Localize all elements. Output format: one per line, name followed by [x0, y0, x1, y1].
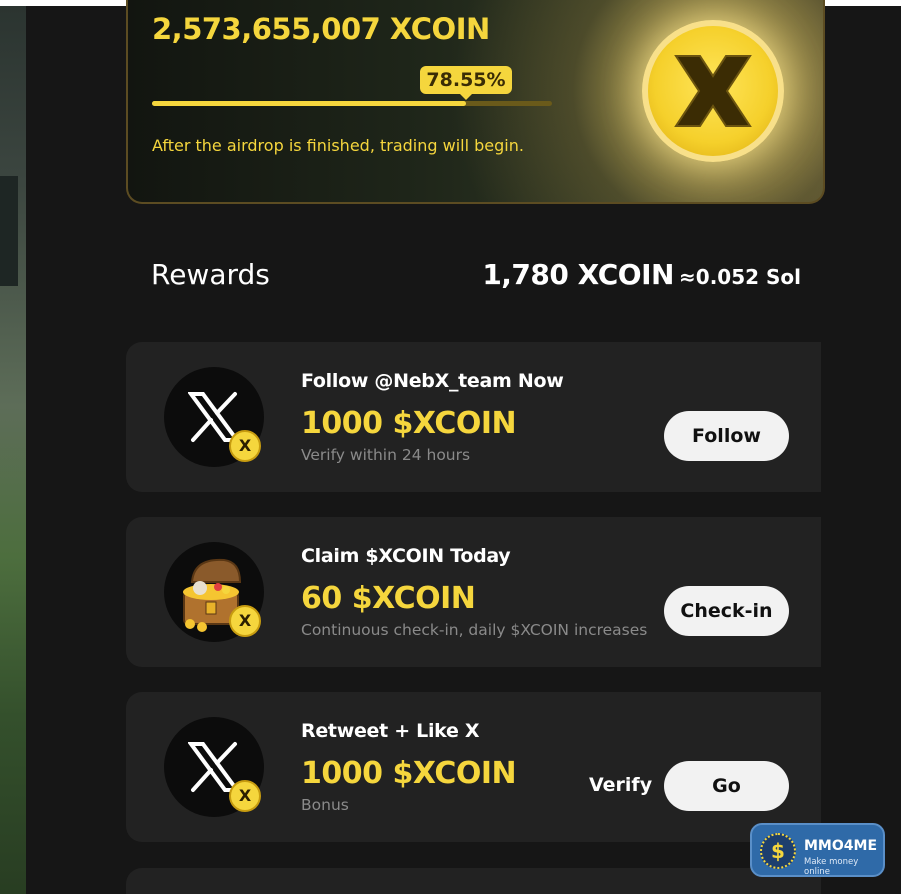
- task-reward: 1000 $XCOIN: [301, 756, 517, 791]
- balance-sol-equivalent: ≈0.052 Sol: [679, 265, 801, 289]
- watermark-name: MMO4ME: [804, 838, 878, 854]
- dollar-logo-icon: $: [760, 833, 796, 869]
- verify-button[interactable]: Verify: [589, 774, 652, 796]
- game-background-left: [0, 6, 26, 894]
- task-subtitle: Bonus: [301, 796, 349, 814]
- task-card-retweet: X Retweet + Like X 1000 $XCOIN Bonus Ver…: [126, 692, 821, 842]
- xcoin-badge-icon: X: [229, 605, 261, 637]
- rewards-heading: Rewards: [151, 258, 270, 291]
- check-in-button[interactable]: Check-in: [664, 586, 789, 636]
- mmo4me-watermark: $ MMO4ME Make money online: [750, 823, 885, 877]
- airdrop-total-amount: 2,573,655,007 XCOIN: [152, 12, 490, 46]
- task-card-checkin: X Claim $XCOIN Today 60 $XCOIN Continuou…: [126, 517, 821, 667]
- airdrop-note: After the airdrop is finished, trading w…: [152, 136, 524, 155]
- rewards-balance: 1,780 XCOIN ≈0.052 Sol: [482, 258, 801, 291]
- progress-percentage-badge: 78.55%: [420, 66, 512, 100]
- airdrop-progress-fill: [152, 101, 467, 106]
- x-logo-icon: X: [164, 717, 264, 817]
- go-button[interactable]: Go: [664, 761, 789, 811]
- task-title: Claim $XCOIN Today: [301, 545, 511, 567]
- task-reward: 60 $XCOIN: [301, 581, 476, 616]
- balance-amount: 1,780 XCOIN: [482, 258, 674, 291]
- task-reward: 1000 $XCOIN: [301, 406, 517, 441]
- task-card-partial: [126, 868, 821, 894]
- task-subtitle: Continuous check-in, daily $XCOIN increa…: [301, 621, 648, 639]
- xcoin-badge-icon: X: [229, 780, 261, 812]
- task-title: Follow @NebX_team Now: [301, 370, 564, 392]
- xcoin-badge-icon: X: [229, 430, 261, 462]
- task-title: Retweet + Like X: [301, 720, 480, 742]
- task-subtitle: Verify within 24 hours: [301, 446, 471, 464]
- x-logo-icon: X: [164, 367, 264, 467]
- airdrop-progress-bar: [152, 101, 552, 106]
- xcoin-logo-icon: [642, 20, 784, 162]
- treasure-chest-icon: X: [164, 542, 264, 642]
- watermark-tagline: Make money online: [804, 857, 859, 877]
- task-card-follow: X Follow @NebX_team Now 1000 $XCOIN Veri…: [126, 342, 821, 492]
- follow-button[interactable]: Follow: [664, 411, 789, 461]
